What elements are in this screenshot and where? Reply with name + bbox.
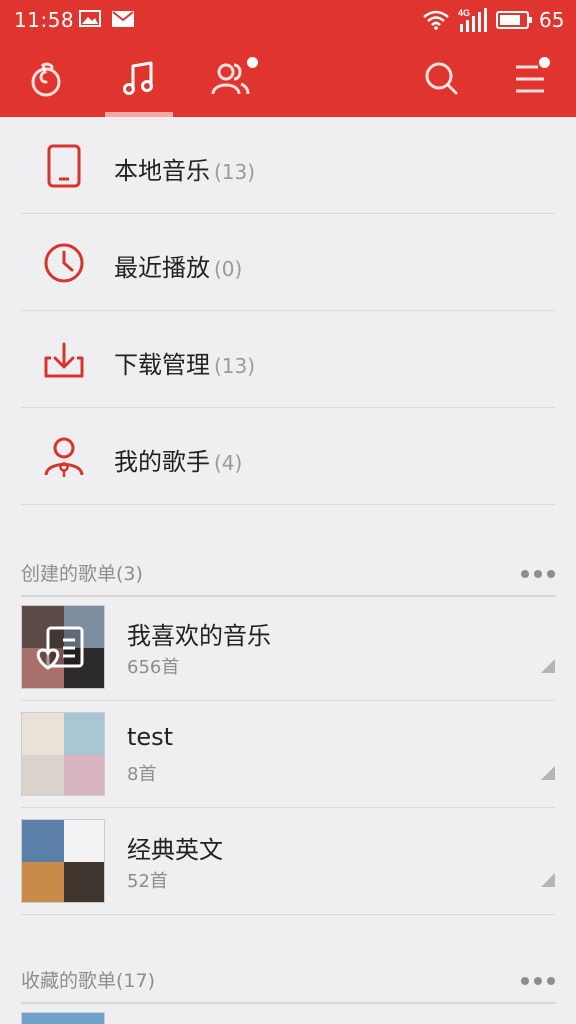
menu-button[interactable] bbox=[496, 40, 566, 117]
more-dots-icon[interactable] bbox=[520, 976, 556, 986]
playlist-item[interactable]: 我喜欢的音乐 656首 bbox=[0, 594, 576, 701]
list-item-label: 我的歌手 bbox=[114, 448, 210, 476]
playlist-count: 52首 bbox=[127, 871, 168, 892]
menu-badge-dot bbox=[539, 57, 550, 68]
wifi-icon bbox=[423, 10, 449, 30]
list-item-recent-played[interactable]: 最近播放 (0) bbox=[0, 214, 576, 311]
network-type: 4G bbox=[458, 8, 470, 18]
more-dots-icon[interactable] bbox=[520, 569, 556, 579]
battery-percent: 65 bbox=[539, 8, 565, 32]
list-item-local-music[interactable]: 本地音乐 (13) bbox=[0, 117, 576, 214]
playlist-count: 656首 bbox=[127, 657, 180, 678]
playlist-cover bbox=[21, 819, 105, 903]
collected-playlists-header[interactable]: 收藏的歌单(17) bbox=[21, 962, 556, 1004]
divider bbox=[21, 504, 555, 505]
playlist-cover bbox=[21, 605, 105, 689]
list-item-my-singers[interactable]: 我的歌手 (4) bbox=[0, 408, 576, 505]
playlist-count: 8首 bbox=[127, 764, 157, 785]
clock-icon bbox=[44, 243, 84, 283]
list-item-count: (13) bbox=[214, 354, 256, 378]
tab-discover[interactable] bbox=[11, 40, 81, 117]
playlist-item[interactable]: test 8首 bbox=[0, 701, 576, 808]
search-icon bbox=[425, 62, 458, 95]
list-item-label: 下载管理 bbox=[114, 351, 210, 379]
divider bbox=[21, 914, 555, 915]
signal-icon: 4G bbox=[458, 8, 487, 32]
netease-logo-icon bbox=[31, 62, 61, 97]
phone-icon bbox=[47, 144, 81, 188]
corner-triangle-icon[interactable] bbox=[541, 873, 555, 887]
music-note-icon bbox=[123, 61, 153, 95]
list-item-count: (0) bbox=[214, 257, 243, 281]
list-item-download-manager[interactable]: 下载管理 (13) bbox=[0, 311, 576, 408]
status-time: 11:58 bbox=[14, 8, 75, 32]
created-playlists-header[interactable]: 创建的歌单(3) bbox=[21, 555, 556, 597]
list-item-count: (4) bbox=[214, 451, 243, 475]
top-navigation bbox=[0, 40, 576, 117]
list-item-label: 最近播放 bbox=[114, 254, 210, 282]
section-title: 创建的歌单(3) bbox=[21, 563, 143, 585]
playlist-item[interactable]: 经典英文 52首 bbox=[0, 808, 576, 915]
image-notification-icon bbox=[79, 10, 101, 27]
playlist-cover bbox=[21, 712, 105, 796]
tab-friends[interactable] bbox=[197, 40, 267, 117]
playlist-name: 我喜欢的音乐 bbox=[127, 622, 271, 650]
heart-list-icon bbox=[36, 626, 84, 670]
corner-triangle-icon[interactable] bbox=[541, 659, 555, 673]
list-item-count: (13) bbox=[214, 160, 256, 184]
corner-triangle-icon[interactable] bbox=[541, 766, 555, 780]
search-button[interactable] bbox=[406, 40, 476, 117]
battery-icon bbox=[496, 11, 532, 29]
mail-notification-icon bbox=[112, 11, 134, 27]
download-icon bbox=[44, 342, 84, 378]
list-item-label: 本地音乐 bbox=[114, 157, 210, 185]
tab-my-music[interactable] bbox=[104, 40, 174, 117]
top-bar: 11:58 4G 65 bbox=[0, 0, 576, 117]
section-divider bbox=[21, 1002, 556, 1004]
status-bar: 11:58 4G 65 bbox=[0, 0, 576, 40]
singer-icon bbox=[44, 437, 84, 477]
playlist-cover-partial[interactable] bbox=[21, 1012, 105, 1024]
playlist-name: 经典英文 bbox=[127, 836, 223, 864]
my-music-list: 本地音乐 (13) 最近播放 (0) 下载管理 (13) 我的歌手 (4) bbox=[0, 117, 576, 505]
friends-badge-dot bbox=[247, 57, 258, 68]
section-title: 收藏的歌单(17) bbox=[21, 970, 156, 992]
playlist-name: test bbox=[127, 723, 174, 751]
